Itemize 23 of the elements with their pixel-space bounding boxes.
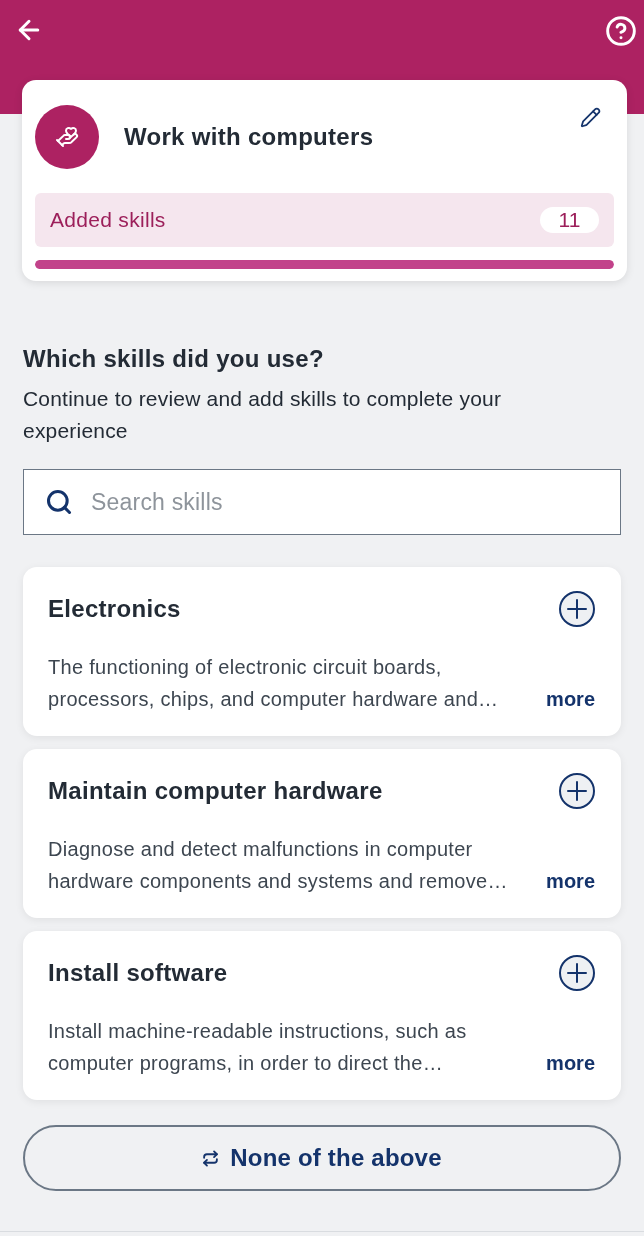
none-of-the-above-button[interactable]: None of the above: [23, 1125, 621, 1191]
skill-count: 11: [540, 207, 599, 233]
skill-description: Install machine-readable instructions, such as computer programs, in order to direct the…: [48, 1019, 468, 1076]
skill-title: Install software: [48, 958, 228, 988]
skill-title: Electronics: [48, 594, 181, 624]
more-link[interactable]: more: [546, 1047, 595, 1079]
add-icon[interactable]: [559, 591, 595, 627]
add-icon[interactable]: [559, 955, 595, 991]
edit-pencil-icon[interactable]: [580, 107, 601, 128]
section-heading: Which skills did you use?: [23, 345, 325, 373]
more-link[interactable]: more: [546, 683, 595, 715]
added-skills-label: Added skills: [50, 207, 166, 234]
more-link[interactable]: more: [546, 865, 595, 897]
repeat-icon: [202, 1149, 220, 1167]
skill-description: Diagnose and detect malfunctions in computer hardware components and systems and remove…: [48, 837, 509, 894]
experience-title: Work with computers: [124, 122, 374, 152]
search-field[interactable]: Search skills: [23, 469, 621, 535]
help-icon[interactable]: [605, 15, 637, 47]
search-icon: [45, 488, 73, 516]
section-description: Continue to review and add skills to complete your experience: [23, 386, 503, 444]
add-icon[interactable]: [559, 773, 595, 809]
skill-title: Maintain computer hardware: [48, 776, 383, 806]
skill-description: The functioning of electronic circuit boards, processors, chips, and computer hardware and…: [48, 655, 500, 712]
